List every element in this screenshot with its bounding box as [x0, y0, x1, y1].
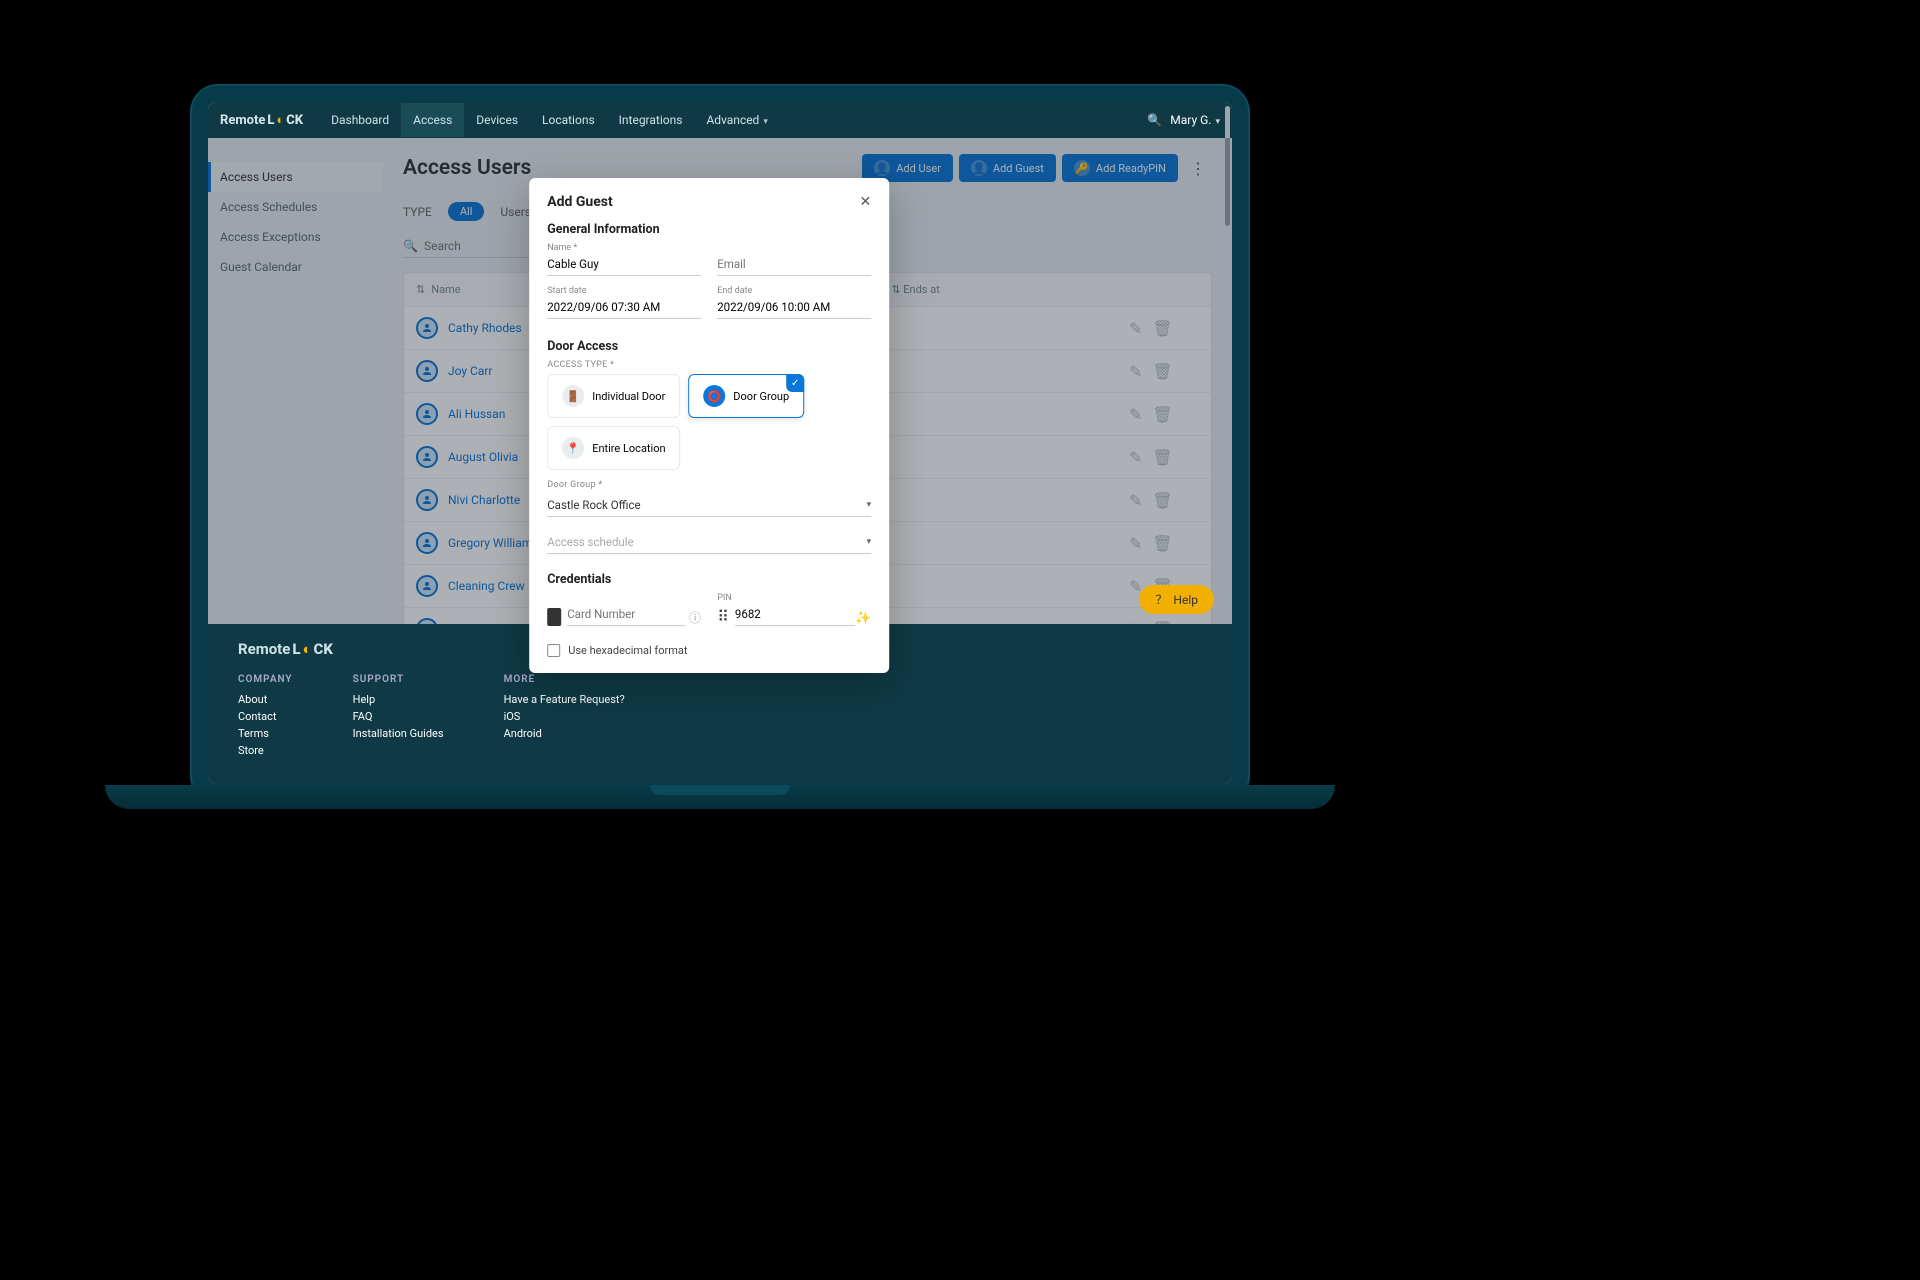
keypad-icon: ⠿ [717, 607, 729, 626]
hex-checkbox[interactable] [547, 644, 560, 657]
nav-dashboard[interactable]: Dashboard [319, 103, 401, 137]
footer-col-title: MORE [504, 674, 625, 685]
generate-pin-icon[interactable]: ✨ [855, 611, 871, 626]
pin-field[interactable] [735, 603, 855, 626]
footer-col-title: COMPANY [238, 674, 293, 685]
email-field[interactable] [717, 253, 871, 276]
help-button[interactable]: ？ Help [1139, 585, 1214, 614]
nav-access[interactable]: Access [401, 103, 464, 137]
help-icon: ？ [1155, 591, 1167, 608]
location-icon: 📍 [562, 437, 584, 459]
start-date-field[interactable] [547, 296, 701, 319]
footer-link[interactable]: Contact [238, 710, 293, 723]
door-icon: 🚪 [562, 385, 584, 407]
chevron-down-icon: ▾ [867, 500, 872, 510]
footer-link[interactable]: About [238, 693, 293, 706]
tile-entire-location[interactable]: 📍 Entire Location [547, 426, 680, 470]
pin-label: PIN [717, 593, 871, 603]
footer-link[interactable]: Android [504, 727, 625, 740]
door-group-label: Door Group * [547, 480, 871, 490]
footer-link[interactable]: iOS [504, 710, 625, 723]
end-label: End date [717, 286, 871, 296]
door-group-select[interactable]: Castle Rock Office▾ [547, 494, 871, 517]
access-schedule-select[interactable]: Access schedule▾ [547, 531, 871, 554]
nav-advanced[interactable]: Advanced [694, 103, 779, 137]
door-group-icon: ⭕ [703, 385, 725, 407]
section-general: General Information [547, 222, 871, 237]
name-field[interactable] [547, 253, 701, 276]
footer-link[interactable]: Store [238, 744, 293, 757]
close-icon[interactable]: ✕ [859, 194, 871, 210]
access-type-label: ACCESS TYPE * [547, 360, 871, 370]
nav-devices[interactable]: Devices [464, 103, 530, 137]
section-door: Door Access [547, 339, 871, 354]
add-guest-modal: Add Guest ✕ General Information Name * S… [529, 178, 889, 673]
footer-link[interactable]: Help [353, 693, 444, 706]
tile-door-group[interactable]: ⭕ Door Group [688, 374, 804, 418]
chevron-down-icon: ▾ [867, 537, 872, 547]
email-label [717, 243, 871, 253]
nav-integrations[interactable]: Integrations [607, 103, 695, 137]
footer-link[interactable]: FAQ [353, 710, 444, 723]
brand-logo: RemoteL◐CK [220, 112, 303, 128]
footer-link[interactable]: Have a Feature Request? [504, 693, 625, 706]
footer-link[interactable]: Terms [238, 727, 293, 740]
end-date-field[interactable] [717, 296, 871, 319]
tile-individual-door[interactable]: 🚪 Individual Door [547, 374, 680, 418]
footer-link[interactable]: Installation Guides [353, 727, 444, 740]
section-credentials: Credentials [547, 572, 871, 587]
search-icon[interactable]: 🔍 [1147, 113, 1162, 127]
card-icon [547, 608, 561, 626]
card-number-field[interactable] [567, 603, 685, 626]
user-menu[interactable]: Mary G. [1170, 113, 1220, 127]
hex-label: Use hexadecimal format [568, 644, 687, 657]
nav-locations[interactable]: Locations [530, 103, 607, 137]
name-label: Name * [547, 243, 701, 253]
modal-title: Add Guest [547, 194, 613, 210]
start-label: Start date [547, 286, 701, 296]
footer-col-title: SUPPORT [353, 674, 444, 685]
top-nav: RemoteL◐CK Dashboard Access Devices Loca… [208, 102, 1232, 138]
info-icon[interactable]: ⓘ [689, 609, 701, 626]
